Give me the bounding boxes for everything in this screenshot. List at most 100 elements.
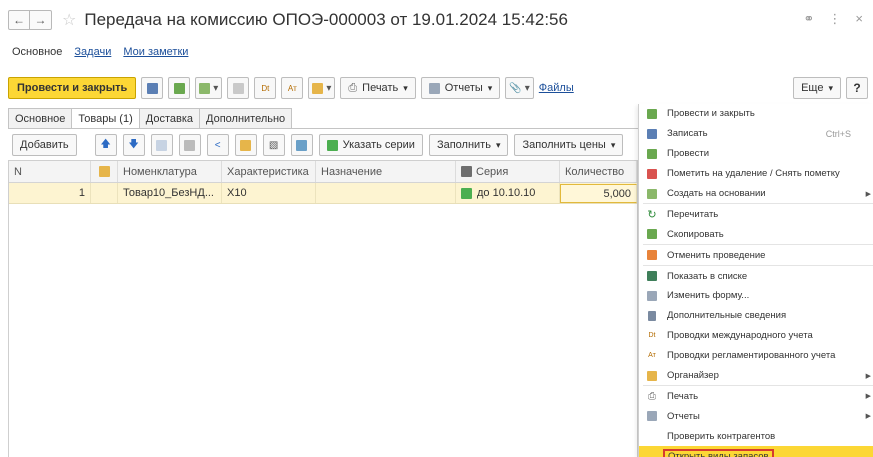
document-button[interactable] xyxy=(227,77,250,99)
attachments-button[interactable]: 📎 ▾ xyxy=(505,77,534,99)
print-button[interactable]: ⎙ Печать ▾ xyxy=(340,77,416,99)
fill-label: Заполнить xyxy=(436,139,491,151)
chevron-down-icon: ▾ xyxy=(495,139,501,150)
pick-button[interactable] xyxy=(234,134,257,156)
organizer-button[interactable]: ▾ xyxy=(308,77,336,99)
reports-icon xyxy=(646,410,658,422)
chevron-down-icon: ▾ xyxy=(828,82,833,93)
menu-item-post-and-close[interactable]: Провести и закрыть xyxy=(639,104,873,124)
column-characteristic[interactable]: Характеристика xyxy=(222,161,316,182)
additional-info-icon xyxy=(646,310,658,322)
more-vertical-icon[interactable]: ⋮ xyxy=(828,11,841,27)
move-up-button[interactable]: 🡅 xyxy=(94,134,117,156)
save-icon xyxy=(146,82,158,94)
form-navigation: Основное Задачи Мои заметки xyxy=(12,46,188,58)
create-based-button[interactable]: ▾ xyxy=(195,77,223,99)
menu-item-print[interactable]: ⎙ Печать ▶ xyxy=(639,386,873,406)
menu-item-show-in-list[interactable]: Показать в списке xyxy=(639,266,873,286)
menu-item-intl-postings[interactable]: Dt Проводки международного учета xyxy=(639,326,873,346)
pick-icon xyxy=(240,139,252,151)
specify-series-button[interactable]: Указать серии xyxy=(318,134,423,156)
chevron-down-icon: ▾ xyxy=(403,82,408,93)
forward-button[interactable]: → xyxy=(30,10,52,30)
fill-prices-label: Заполнить цены xyxy=(522,139,606,151)
menu-item-additional-info[interactable]: Дополнительные сведения xyxy=(639,306,873,326)
menu-item-reg-postings[interactable]: Ат Проводки регламентированного учета xyxy=(639,346,873,366)
intl-postings-button[interactable]: Dt xyxy=(254,77,277,99)
table-header: N Номенклатура Характеристика Назначение… xyxy=(9,161,637,183)
reg-postings-button[interactable]: Ат xyxy=(281,77,304,99)
menu-item-reread[interactable]: ↻ Перечитать xyxy=(639,204,873,224)
menu-item-reports[interactable]: Отчеты ▶ xyxy=(639,406,873,426)
column-icon[interactable] xyxy=(91,161,118,182)
more-menu: Провести и закрыть Записать Ctrl+S Прове… xyxy=(638,104,873,457)
cell-characteristic[interactable]: X10 xyxy=(222,183,316,203)
nav-my-notes[interactable]: Мои заметки xyxy=(123,46,188,58)
menu-item-mark-delete[interactable]: Пометить на удаление / Снять пометку xyxy=(639,164,873,184)
column-quantity[interactable]: Количество xyxy=(560,161,637,182)
link-icon[interactable]: ⚭ xyxy=(804,11,815,27)
copy-row-button[interactable] xyxy=(150,134,173,156)
split-icon: < xyxy=(214,139,221,151)
files-link[interactable]: Файлы xyxy=(539,82,574,94)
column-n[interactable]: N xyxy=(9,161,91,182)
row-number: 1 xyxy=(9,183,91,203)
add-row-button[interactable]: Добавить xyxy=(12,134,77,156)
split-button[interactable]: < xyxy=(206,134,229,156)
menu-item-open-stock-types[interactable]: Открыть виды запасов xyxy=(639,446,873,457)
paste-button[interactable] xyxy=(178,134,201,156)
cell-series[interactable]: до 10.10.10 xyxy=(456,183,560,203)
menu-item-save[interactable]: Записать Ctrl+S xyxy=(639,124,873,144)
cell-quantity[interactable]: 5,000 xyxy=(560,184,637,203)
tab-goods[interactable]: Товары (1) xyxy=(71,108,140,129)
column-purpose[interactable]: Назначение xyxy=(316,161,456,182)
move-down-button[interactable]: 🡇 xyxy=(122,134,145,156)
cell-nomenclature[interactable]: Товар10_БезНД... xyxy=(118,183,222,203)
fill-button[interactable]: Заполнить ▾ xyxy=(428,134,509,156)
post-button[interactable] xyxy=(168,77,191,99)
delete-mark-icon xyxy=(646,168,658,180)
more-button[interactable]: Еще ▾ xyxy=(793,77,841,99)
window-title: Передача на комиссию ОПОЭ-000003 от 19.0… xyxy=(84,10,568,29)
tab-main[interactable]: Основное xyxy=(8,108,73,128)
back-button[interactable]: ← xyxy=(8,10,30,30)
barcode-button[interactable]: ▧ xyxy=(262,134,285,156)
title-bar: ← → ☆ Передача на комиссию ОПОЭ-000003 о… xyxy=(0,0,873,40)
menu-item-unpost[interactable]: Отменить проведение xyxy=(639,245,873,265)
arrow-up-icon: 🡅 xyxy=(100,138,111,150)
menu-item-create-based[interactable]: Создать на основании ▶ xyxy=(639,184,873,204)
paperclip-icon: 📎 xyxy=(509,82,522,94)
checklist-icon xyxy=(296,139,308,151)
column-series[interactable]: Серия xyxy=(456,161,560,182)
tab-delivery[interactable]: Доставка xyxy=(138,108,200,128)
table-row[interactable]: 1 Товар10_БезНД... X10 до 10.10.10 5,000 xyxy=(9,183,637,204)
menu-item-edit-form[interactable]: Изменить форму... xyxy=(639,286,873,306)
create-based-icon xyxy=(199,82,211,94)
printer-icon: ⎙ xyxy=(348,81,358,94)
menu-item-post[interactable]: Провести xyxy=(639,144,873,164)
menu-item-copy[interactable]: Скопировать xyxy=(639,224,873,244)
at-kt-icon: Ат xyxy=(287,83,297,93)
chevron-down-icon: ▾ xyxy=(326,82,332,94)
post-and-close-button[interactable]: Провести и закрыть xyxy=(8,77,137,99)
favorite-star-icon[interactable]: ☆ xyxy=(62,10,76,30)
column-nomenclature[interactable]: Номенклатура xyxy=(118,161,222,182)
copy-icon xyxy=(646,228,658,240)
series-icon xyxy=(326,139,338,151)
post-icon xyxy=(646,148,658,160)
menu-item-organizer[interactable]: Органайзер ▶ xyxy=(639,366,873,386)
check-button[interactable] xyxy=(290,134,313,156)
reports-button[interactable]: Отчеты ▾ xyxy=(420,77,501,99)
tab-additional[interactable]: Дополнительно xyxy=(199,108,293,128)
save-button[interactable] xyxy=(141,77,164,99)
cell-purpose[interactable] xyxy=(316,183,456,203)
nav-main[interactable]: Основное xyxy=(12,46,62,58)
post-close-icon xyxy=(646,108,658,120)
help-button[interactable]: ? xyxy=(846,77,868,99)
nav-tasks[interactable]: Задачи xyxy=(74,46,111,58)
arrow-down-icon: 🡇 xyxy=(128,138,139,150)
reports-icon xyxy=(428,82,440,94)
menu-item-check-counterparties[interactable]: Проверить контрагентов xyxy=(639,426,873,446)
fill-prices-button[interactable]: Заполнить цены ▾ xyxy=(514,134,624,156)
close-icon[interactable]: × xyxy=(855,11,863,27)
